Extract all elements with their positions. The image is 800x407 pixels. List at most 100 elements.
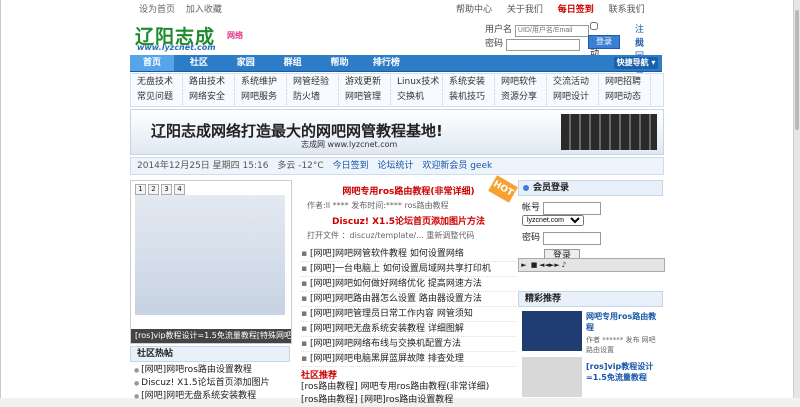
banner-url: 志成网 www.lyzcnet.com [301, 140, 398, 149]
community-recommend: 社区推荐 [ros路由教程] 网吧专用ros路由教程(非常详细) [ros路由教… [301, 368, 516, 407]
subnav-item[interactable]: 网吧软件 [495, 75, 547, 90]
recommend-line-2[interactable]: [ros路由教程] [网吧]ros路由设置教程 [301, 394, 516, 407]
ad-banner[interactable]: 辽阳志成网络打造最大的网吧网管教程基地! 志成网 www.lyzcnet.com [130, 109, 664, 155]
subnav-item[interactable]: 交流活动 [547, 75, 599, 90]
featured-panel: 精彩推荐 网吧专用ros路由教程 作者 ****** 发布 网吧路由设置 [ro… [518, 291, 663, 398]
featured-image-1[interactable] [522, 311, 582, 351]
headline-1[interactable]: 网吧专用ros路由教程(非常详细) [301, 184, 516, 197]
list-item[interactable]: Discuz! X1.5论坛首页添加图片 [134, 377, 290, 390]
slide-page-4[interactable]: 4 [174, 184, 185, 195]
subnav-item[interactable]: 网管经验 [287, 75, 339, 90]
volume-icon[interactable]: ♪ [559, 259, 569, 271]
list-item[interactable]: [网吧]网吧路由器怎么设置 路由器设置方法 [301, 292, 516, 307]
slide-pager: 1234 [135, 184, 187, 195]
headline-2-meta: 打开文件 ：discuz/template/... 重新调整代码 [307, 231, 475, 240]
subnav-item[interactable]: 游戏更新 [339, 75, 391, 90]
music-player: ► ■ ◄◄►► ♪ [518, 258, 665, 272]
nav-community[interactable]: 社区 [177, 55, 221, 71]
community-list: [网吧]网吧ros路由设置教程 Discuz! X1.5论坛首页添加图片 [网吧… [134, 364, 290, 403]
prev-icon[interactable]: ◄◄ [539, 259, 550, 271]
featured-title-2[interactable]: [ros]vip教程设计=1.5免流量教程 [586, 361, 662, 383]
about-link[interactable]: 关于我们 [507, 5, 543, 15]
signin-link[interactable]: 今日签到 [333, 161, 369, 171]
slide-caption[interactable]: [ros]vip教程设计=1.5免流量教程[特殊网吧] [131, 329, 291, 343]
password-input[interactable] [505, 38, 580, 51]
list-item[interactable]: [网吧]网吧网管软件教程 如何设置网络 [301, 247, 516, 262]
play-icon[interactable]: ► [519, 259, 529, 271]
subnav-item[interactable]: 网络安全 [183, 90, 235, 105]
slide-page-3[interactable]: 3 [161, 184, 172, 195]
daily-signin-link[interactable]: 每日签到 [558, 5, 594, 15]
subnav-item[interactable]: 常见问题 [131, 90, 183, 105]
featured-title: 精彩推荐 [518, 291, 663, 307]
subnav-item[interactable]: 网吧服务 [235, 90, 287, 105]
subnav-item[interactable]: 资源分享 [495, 90, 547, 105]
community-title: 社区热帖 [130, 346, 290, 362]
scrollbar-thumb[interactable] [795, 10, 799, 130]
list-item[interactable]: [网吧]网吧如何做好网络优化 提高网速方法 [301, 277, 516, 292]
news-column: 网吧专用ros路由教程(非常详细) 作者:ll **** 发布时间:**** r… [301, 180, 516, 367]
stop-icon[interactable]: ■ [529, 259, 539, 271]
subnav-item[interactable]: 系统维护 [235, 75, 287, 90]
subnav-item[interactable]: 网吧招聘 [599, 75, 651, 90]
set-homepage-link[interactable]: 设为首页 [139, 5, 175, 15]
account-input[interactable] [542, 202, 601, 215]
slide-page-2[interactable]: 2 [148, 184, 159, 195]
help-link[interactable]: 帮助中心 [456, 5, 492, 15]
subnav-item[interactable]: 网吧管理 [339, 90, 391, 105]
headline-2[interactable]: Discuz! X1.5论坛首页添加图片方法 [301, 214, 516, 227]
list-item[interactable]: [网吧]一台电脑上 如何设置局域网共享打印机 [301, 262, 516, 277]
list-item[interactable]: [网吧]网吧管理员日常工作内容 网管须知 [301, 307, 516, 322]
member-password-input[interactable] [542, 232, 601, 245]
quick-nav-button[interactable]: 快捷导航 ▾ [614, 57, 658, 69]
account-label: 帐号 [522, 203, 541, 213]
contact-link[interactable]: 联系我们 [609, 5, 645, 15]
vertical-scrollbar[interactable] [793, 0, 800, 398]
username-input[interactable] [514, 24, 589, 37]
subnav-item[interactable]: Linux技术 [391, 75, 443, 90]
list-item[interactable]: [网吧]网吧网络布线与交换机配置方法 [301, 337, 516, 352]
subnav-item[interactable]: 路由技术 [183, 75, 235, 90]
featured-title-1[interactable]: 网吧专用ros路由教程 [586, 311, 662, 333]
domain-select[interactable]: lyzcnet.com [522, 215, 584, 226]
site-logo[interactable]: 辽阳志成 www.lyzcnet.com 网络 [135, 22, 245, 52]
remember-checkbox[interactable] [590, 22, 598, 30]
nav-home[interactable]: 首页 [130, 55, 174, 71]
subnav-item[interactable]: 网吧动态 [599, 90, 651, 105]
nav-home-space[interactable]: 家园 [224, 55, 268, 71]
featured-image-2[interactable] [522, 357, 582, 397]
top-links: 设为首页 加入收藏 [139, 2, 230, 15]
list-item[interactable]: [网吧]网吧ros路由设置教程 [134, 364, 290, 377]
subnav-row-1: 无盘技术 路由技术 系统维护 网管经验 游戏更新 Linux技术 系统安装 网吧软件 交流活动网… [131, 75, 663, 90]
nav-groups[interactable]: 群组 [271, 55, 315, 71]
username-label: 用户名 [485, 25, 513, 35]
list-item[interactable]: [网吧]网吧无盘系统安装教程 [134, 390, 290, 403]
weather-text: 多云 -12°C [277, 161, 324, 171]
login-button[interactable]: 登录 [588, 35, 620, 49]
main-nav: 首页 社区 家园 群组 帮助 排行榜 快捷导航 ▾ [130, 55, 662, 72]
subnav-item[interactable]: 系统安装 [443, 75, 495, 90]
list-item[interactable]: [网吧]网吧无盘系统安装教程 详细图解 [301, 322, 516, 337]
add-favorite-link[interactable]: 加入收藏 [186, 5, 222, 15]
subnav-item[interactable]: 装机技巧 [443, 90, 495, 105]
subnav-item[interactable]: 交换机 [391, 90, 443, 105]
stats-link[interactable]: 论坛统计 [377, 161, 413, 171]
subnav-item[interactable]: 网吧设计 [547, 90, 599, 105]
news-list: [网吧]网吧网管软件教程 如何设置网络 [网吧]一台电脑上 如何设置局域网共享打… [301, 247, 516, 367]
recommend-line-1[interactable]: [ros路由教程] 网吧专用ros路由教程(非常详细) [301, 381, 516, 394]
nav-help[interactable]: 帮助 [318, 55, 362, 71]
next-icon[interactable]: ►► [549, 259, 560, 271]
subnav-item[interactable]: 无盘技术 [131, 75, 183, 90]
subnav-item[interactable]: 防火墙 [287, 90, 339, 105]
slide-image[interactable] [135, 195, 285, 315]
nav-ranking[interactable]: 排行榜 [364, 55, 408, 71]
welcome-member[interactable]: 欢迎新会员 geek [422, 161, 492, 171]
server-rack-image [561, 114, 657, 150]
slide-page-1[interactable]: 1 [135, 184, 146, 195]
logo-tag: 网络 [227, 31, 243, 40]
info-bar: 2014年12月25日 星期四 15:16 多云 -12°C 今日签到 论坛统计… [130, 157, 664, 175]
browser-page: 设为首页 加入收藏 帮助中心 关于我们 每日签到 联系我们 辽阳志成 www.l… [0, 0, 795, 405]
slideshow[interactable]: 1234 [ros]vip教程设计=1.5免流量教程[特殊网吧] [130, 180, 292, 344]
member-login-title: 会员登录 [518, 180, 663, 196]
list-item[interactable]: [网吧]网吧电脑黑屏蓝屏故障 排查处理 [301, 352, 516, 367]
